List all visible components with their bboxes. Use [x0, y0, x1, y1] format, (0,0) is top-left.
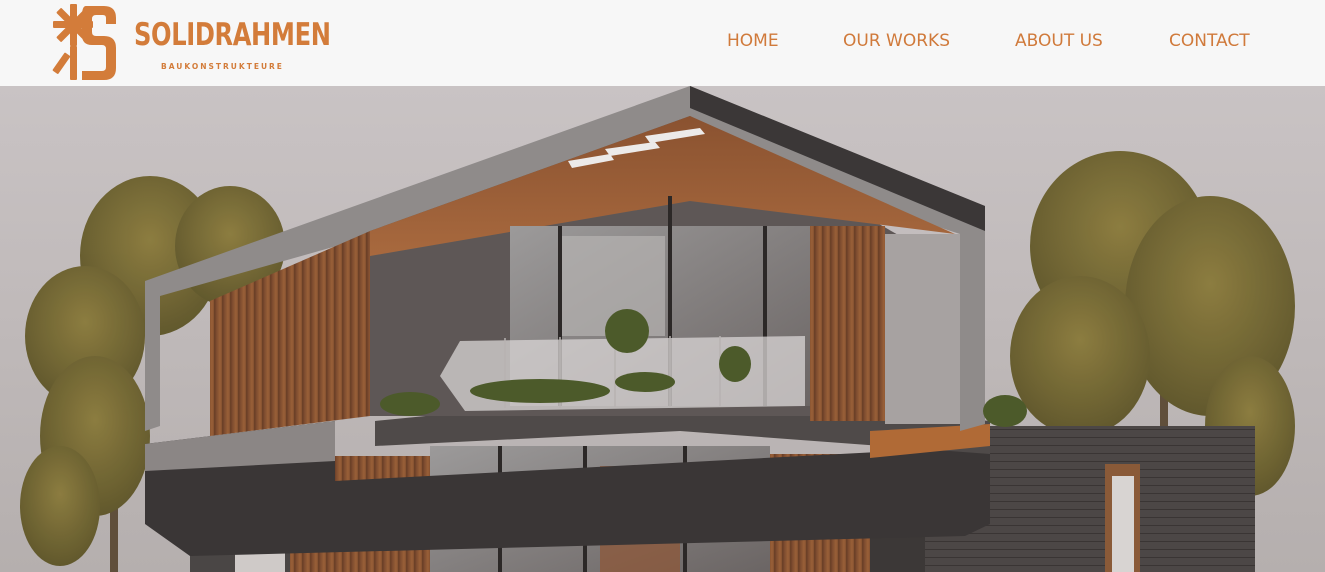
nav-contact-link[interactable]: CONTACT — [1169, 31, 1250, 51]
nav-about-us-link[interactable]: ABOUT US — [1015, 31, 1103, 51]
brand-tagline: BAUKONSTRUKTEURE — [161, 62, 284, 71]
logo-link[interactable]: SOLIDRAHMEN BAUKONSTRUKTEURE — [52, 2, 332, 82]
hero-house-image — [0, 86, 1325, 572]
logo-mark-icon — [52, 4, 116, 80]
brand-name: SOLIDRAHMEN — [134, 17, 331, 53]
hero-banner — [0, 86, 1325, 572]
nav-our-works-link[interactable]: OUR WORKS — [843, 31, 950, 51]
nav-home-link[interactable]: HOME — [727, 31, 779, 51]
site-header: SOLIDRAHMEN BAUKONSTRUKTEURE HOME OUR WO… — [0, 0, 1325, 86]
